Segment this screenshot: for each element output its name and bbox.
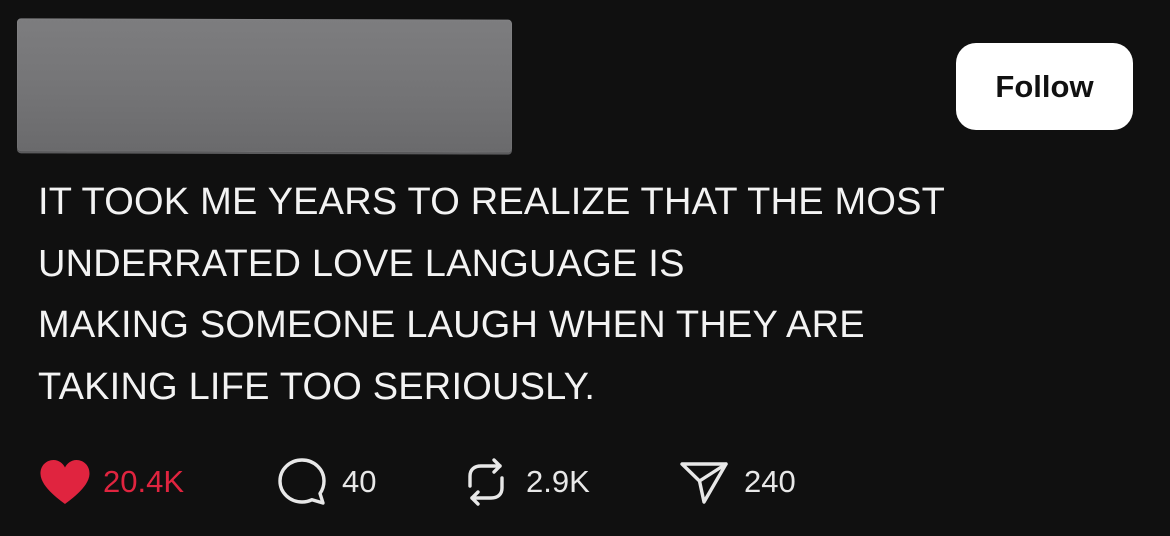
redacted-profile-header <box>17 18 512 153</box>
share-count: 240 <box>744 464 796 499</box>
comment-count: 40 <box>342 464 377 499</box>
follow-button-label: Follow <box>995 68 1094 104</box>
like-button[interactable]: 20.4K <box>38 455 184 509</box>
follow-button[interactable]: Follow <box>956 43 1133 130</box>
post-line: MAKING SOMEONE LAUGH WHEN THEY ARE <box>38 304 865 346</box>
share-button[interactable]: 240 <box>678 455 796 509</box>
repost-button[interactable]: 2.9K <box>460 455 590 509</box>
repost-icon <box>460 456 512 508</box>
post-line: IT TOOK ME YEARS TO REALIZE THAT THE MOS… <box>38 181 946 223</box>
post-line: TAKING LIFE TOO SERIOUSLY. <box>38 365 596 408</box>
post-body: IT TOOK ME YEARS TO REALIZE THAT THE MOS… <box>38 172 1088 418</box>
like-count: 20.4K <box>103 464 185 499</box>
comment-button[interactable]: 40 <box>276 455 376 509</box>
post-actions-bar: 20.4K 40 2.9K 240 <box>38 455 938 509</box>
share-icon <box>678 456 730 508</box>
post-line: UNDERRATED LOVE LANGUAGE IS <box>38 242 685 285</box>
comment-icon <box>276 456 328 508</box>
heart-icon <box>38 458 92 506</box>
repost-count: 2.9K <box>526 464 590 499</box>
